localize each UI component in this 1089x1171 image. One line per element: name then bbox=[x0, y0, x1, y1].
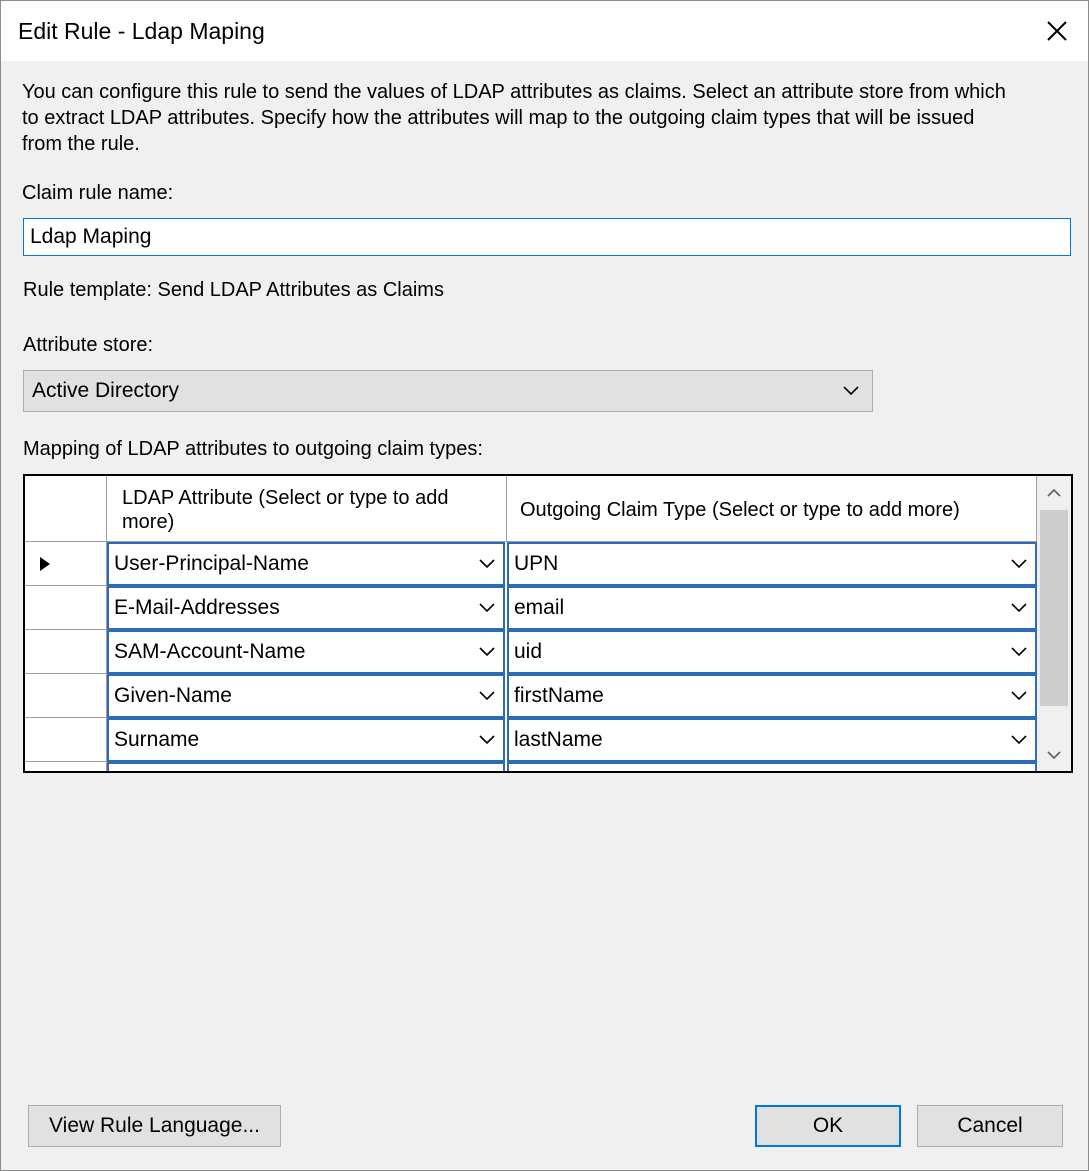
mapping-label: Mapping of LDAP attributes to outgoing c… bbox=[23, 438, 483, 460]
view-rule-language-button[interactable]: View Rule Language... bbox=[28, 1105, 281, 1147]
claim-rule-name-input[interactable] bbox=[23, 218, 1071, 256]
ldap-attribute-value: E-Mail-Addresses bbox=[114, 596, 280, 619]
chevron-down-icon[interactable] bbox=[1011, 733, 1027, 747]
row-pointer-icon bbox=[40, 557, 50, 571]
rule-description: You can configure this rule to send the … bbox=[22, 81, 1006, 155]
row-header[interactable] bbox=[25, 762, 107, 771]
ldap-attribute-cell[interactable]: User-Principal-Name bbox=[107, 542, 505, 586]
claim-type-cell-empty[interactable] bbox=[507, 762, 1037, 771]
ldap-attribute-value: Given-Name bbox=[114, 684, 232, 707]
table-row[interactable]: Given-Name firstName bbox=[25, 674, 1037, 718]
table-row[interactable]: User-Principal-Name UPN bbox=[25, 542, 1037, 586]
claim-type-value: firstName bbox=[514, 684, 604, 707]
chevron-down-icon[interactable] bbox=[479, 733, 495, 747]
close-icon bbox=[1047, 21, 1067, 41]
chevron-down-icon bbox=[843, 386, 859, 396]
table-row[interactable]: SAM-Account-Name uid bbox=[25, 630, 1037, 674]
ldap-attribute-value: User-Principal-Name bbox=[114, 552, 309, 575]
claim-type-value: lastName bbox=[514, 728, 603, 751]
chevron-down-icon[interactable] bbox=[479, 557, 495, 571]
chevron-down-icon[interactable] bbox=[479, 645, 495, 659]
row-header[interactable] bbox=[25, 718, 107, 762]
table-row[interactable]: Surname lastName bbox=[25, 718, 1037, 762]
column-header-ldap-attribute[interactable]: LDAP Attribute (Select or type to add mo… bbox=[107, 476, 507, 542]
attribute-store-value: Active Directory bbox=[32, 379, 180, 402]
attribute-store-select[interactable]: Active Directory bbox=[23, 370, 873, 412]
grid-corner-header bbox=[25, 476, 107, 542]
chevron-down-icon[interactable] bbox=[1011, 689, 1027, 703]
ok-button[interactable]: OK bbox=[755, 1105, 901, 1147]
ldap-attribute-cell[interactable]: Given-Name bbox=[107, 674, 505, 718]
scroll-down-button[interactable] bbox=[1037, 738, 1071, 771]
edit-rule-dialog: Edit Rule - Ldap Maping You can configur… bbox=[0, 0, 1089, 1171]
title-bar[interactable]: Edit Rule - Ldap Maping bbox=[1, 1, 1088, 61]
row-header[interactable] bbox=[25, 586, 107, 630]
claim-type-cell[interactable]: lastName bbox=[507, 718, 1037, 762]
chevron-down-icon[interactable] bbox=[1011, 557, 1027, 571]
column-header-outgoing-claim-type[interactable]: Outgoing Claim Type (Select or type to a… bbox=[507, 476, 1037, 542]
ldap-attribute-cell-empty[interactable] bbox=[107, 762, 505, 771]
claim-type-value: UPN bbox=[514, 552, 559, 575]
vertical-scrollbar[interactable] bbox=[1037, 476, 1071, 771]
claim-type-cell[interactable]: email bbox=[507, 586, 1037, 630]
ldap-attribute-value: Surname bbox=[114, 728, 200, 751]
ldap-attribute-cell[interactable]: SAM-Account-Name bbox=[107, 630, 505, 674]
claim-type-value: email bbox=[514, 596, 565, 619]
chevron-down-icon[interactable] bbox=[479, 689, 495, 703]
ldap-attribute-value: SAM-Account-Name bbox=[114, 640, 306, 663]
chevron-down-icon[interactable] bbox=[1011, 601, 1027, 615]
ldap-attribute-cell[interactable]: E-Mail-Addresses bbox=[107, 586, 505, 630]
close-button[interactable] bbox=[1026, 1, 1088, 61]
claim-type-value: uid bbox=[514, 640, 543, 663]
row-header[interactable] bbox=[25, 542, 107, 586]
scroll-down-icon bbox=[1047, 751, 1061, 760]
scroll-up-button[interactable] bbox=[1037, 476, 1071, 510]
row-header[interactable] bbox=[25, 630, 107, 674]
window-title: Edit Rule - Ldap Maping bbox=[18, 18, 265, 44]
table-row[interactable]: E-Mail-Addresses email bbox=[25, 586, 1037, 630]
claim-type-cell[interactable]: uid bbox=[507, 630, 1037, 674]
mapping-grid: LDAP Attribute (Select or type to add mo… bbox=[23, 474, 1073, 773]
cancel-button[interactable]: Cancel bbox=[917, 1105, 1063, 1147]
claim-rule-name-label: Claim rule name: bbox=[22, 182, 174, 204]
table-row-partial[interactable] bbox=[25, 762, 1037, 771]
chevron-down-icon[interactable] bbox=[479, 601, 495, 615]
claim-type-cell[interactable]: UPN bbox=[507, 542, 1037, 586]
attribute-store-label: Attribute store: bbox=[23, 334, 154, 356]
grid-header: LDAP Attribute (Select or type to add mo… bbox=[25, 476, 1037, 542]
chevron-down-icon[interactable] bbox=[1011, 645, 1027, 659]
rule-template-label: Rule template: Send LDAP Attributes as C… bbox=[23, 279, 444, 301]
scrollbar-thumb[interactable] bbox=[1040, 510, 1068, 706]
claim-type-cell[interactable]: firstName bbox=[507, 674, 1037, 718]
ldap-attribute-cell[interactable]: Surname bbox=[107, 718, 505, 762]
row-header[interactable] bbox=[25, 674, 107, 718]
scroll-up-icon bbox=[1047, 488, 1061, 497]
